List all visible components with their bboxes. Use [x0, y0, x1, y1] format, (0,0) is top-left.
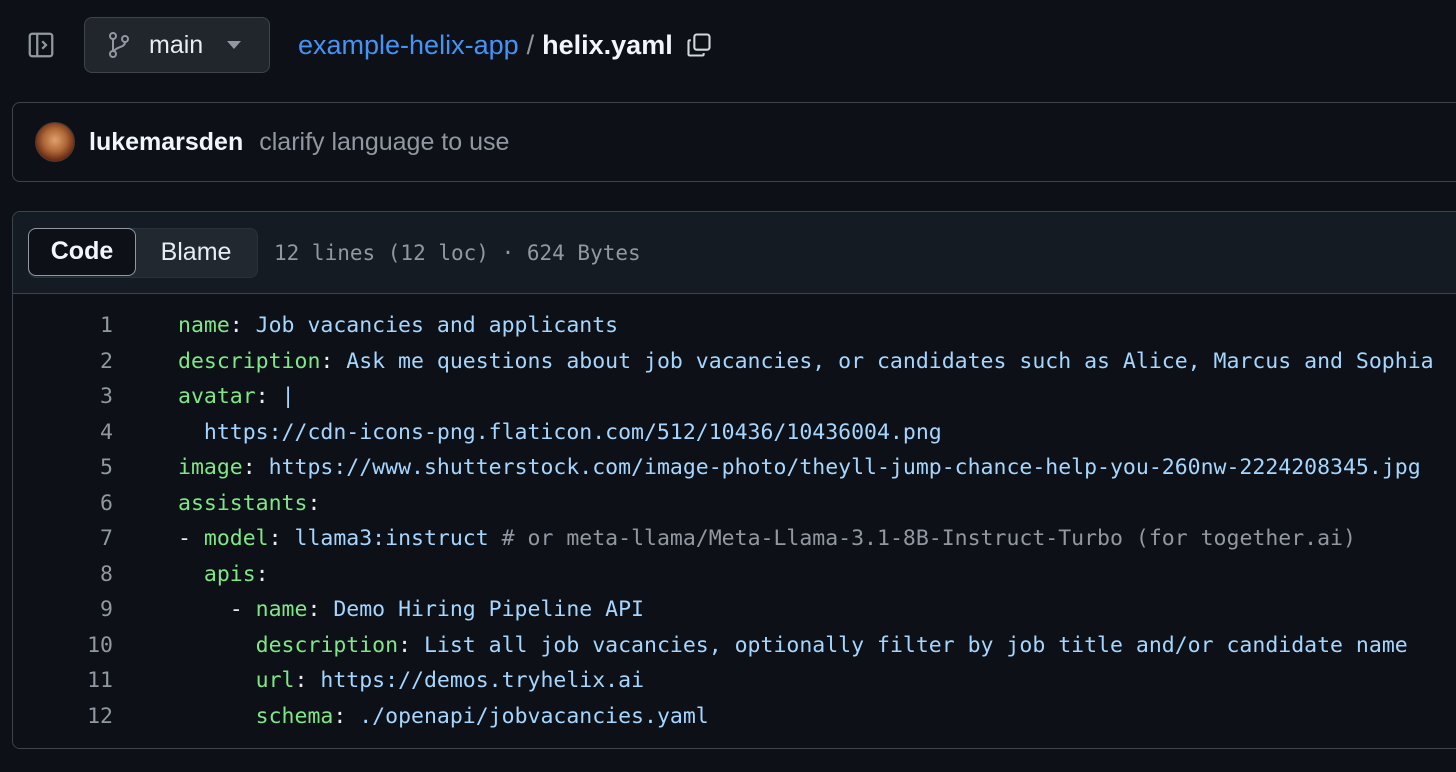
file-header-bar: main example-helix-app / helix.yaml: [0, 0, 1456, 90]
avatar[interactable]: [35, 122, 75, 162]
yaml-key: url: [255, 668, 295, 694]
triangle-down-icon: [227, 41, 243, 49]
code-line: 12 schema: ./openapi/jobvacancies.yaml: [13, 699, 1456, 735]
line-number[interactable]: 2: [13, 349, 113, 374]
view-mode-toggle: Code Blame: [28, 227, 258, 278]
code-line: 11 url: https://demos.tryhelix.ai: [13, 663, 1456, 699]
code-line: 4 https://cdn-icons-png.flaticon.com/512…: [13, 415, 1456, 451]
file-toolbar: Code Blame 12 lines (12 loc) · 624 Bytes: [13, 212, 1456, 294]
line-content: https://cdn-icons-png.flaticon.com/512/1…: [178, 420, 942, 445]
line-content: schema: ./openapi/jobvacancies.yaml: [178, 704, 709, 729]
yaml-key: name: [178, 313, 230, 339]
line-number[interactable]: 1: [13, 313, 113, 338]
yaml-value: https://demos.tryhelix.ai: [320, 668, 645, 694]
line-content: name: Job vacancies and applicants: [178, 313, 618, 338]
yaml-colon: :: [229, 313, 256, 339]
line-number[interactable]: 8: [13, 562, 113, 587]
code-line: 9 - name: Demo Hiring Pipeline API: [13, 592, 1456, 628]
yaml-value: https://www.shutterstock.com/image-photo…: [268, 455, 1421, 481]
tab-code[interactable]: Code: [28, 227, 136, 276]
yaml-value: List all job vacancies, optionally filte…: [423, 632, 1408, 658]
yaml-value: Demo Hiring Pipeline API: [333, 597, 645, 623]
line-number[interactable]: 9: [13, 597, 113, 622]
code-line: 6 assistants:: [13, 486, 1456, 522]
line-number[interactable]: 6: [13, 491, 113, 516]
line-number[interactable]: 12: [13, 704, 113, 729]
breadcrumb-file-name: helix.yaml: [542, 29, 673, 60]
line-content: assistants:: [178, 491, 320, 516]
yaml-colon: :: [255, 561, 269, 587]
yaml-key: avatar: [178, 384, 256, 410]
yaml-key: schema: [255, 703, 334, 729]
yaml-colon: :: [307, 597, 334, 623]
line-number[interactable]: 10: [13, 633, 113, 658]
yaml-colon: :: [307, 490, 321, 516]
code-line: 8 apis:: [13, 557, 1456, 593]
yaml-comment: # or meta-llama/Meta-Llama-3.1-8B-Instru…: [501, 526, 1356, 552]
yaml-colon: :: [320, 348, 347, 374]
file-stats: 12 lines (12 loc) · 624 Bytes: [274, 240, 641, 265]
code-line: 2 description: Ask me questions about job…: [13, 344, 1456, 380]
line-content: - model: llama3:instruct # or meta-llama…: [178, 526, 1356, 551]
yaml-key: description: [178, 348, 321, 374]
line-number[interactable]: 7: [13, 526, 113, 551]
line-number[interactable]: 11: [13, 668, 113, 693]
line-content: apis:: [178, 562, 269, 587]
yaml-colon: :: [398, 632, 424, 658]
code-line: 7 - model: llama3:instruct # or meta-llam…: [13, 521, 1456, 557]
file-viewer: Code Blame 12 lines (12 loc) · 624 Bytes…: [12, 211, 1456, 749]
yaml-dash: -: [178, 526, 204, 552]
code-line: 5 image: https://www.shutterstock.com/ima…: [13, 450, 1456, 486]
breadcrumb: example-helix-app / helix.yaml: [298, 26, 717, 64]
yaml-value: |: [281, 384, 295, 410]
yaml-value: ./openapi/jobvacancies.yaml: [359, 703, 709, 729]
line-content: - name: Demo Hiring Pipeline API: [178, 597, 644, 622]
yaml-key: apis: [203, 561, 256, 587]
breadcrumb-separator: /: [526, 29, 535, 60]
code-line: 10 description: List all job vacancies, …: [13, 628, 1456, 664]
branch-selector-button[interactable]: main: [84, 17, 270, 73]
yaml-colon: :: [255, 384, 282, 410]
line-number[interactable]: 5: [13, 455, 113, 480]
line-content: description: List all job vacancies, opt…: [178, 633, 1408, 658]
tab-blame[interactable]: Blame: [135, 229, 257, 277]
yaml-colon: :: [333, 703, 360, 729]
code-listing[interactable]: 1 name: Job vacancies and applicants 2 desc…: [13, 294, 1456, 748]
line-content: description: Ask me questions about job …: [178, 349, 1434, 374]
line-number[interactable]: 4: [13, 420, 113, 445]
yaml-value: llama3:instruct: [294, 526, 502, 552]
commit-author[interactable]: lukemarsden: [89, 128, 243, 157]
yaml-colon: :: [294, 668, 321, 694]
yaml-colon: :: [242, 455, 269, 481]
line-content: url: https://demos.tryhelix.ai: [178, 668, 644, 693]
code-line: 1 name: Job vacancies and applicants: [13, 308, 1456, 344]
commit-message[interactable]: clarify language to use: [259, 128, 509, 157]
yaml-dash: -: [229, 597, 256, 623]
branch-name: main: [149, 30, 204, 59]
yaml-value: https://cdn-icons-png.flaticon.com/512/1…: [203, 419, 942, 445]
git-branch-icon: [107, 30, 135, 60]
code-line: 3 avatar: |: [13, 379, 1456, 415]
line-number[interactable]: 3: [13, 384, 113, 409]
copy-icon[interactable]: [685, 29, 717, 61]
yaml-key: model: [203, 526, 269, 552]
latest-commit-bar: lukemarsden clarify language to use: [12, 102, 1456, 182]
yaml-key: name: [255, 597, 308, 623]
yaml-colon: :: [268, 526, 295, 552]
yaml-value: Ask me questions about job vacancies, or…: [346, 348, 1434, 374]
yaml-key: image: [178, 455, 243, 481]
yaml-key: description: [255, 632, 399, 658]
yaml-key: assistants: [178, 490, 308, 516]
breadcrumb-repo-link[interactable]: example-helix-app: [298, 30, 519, 61]
line-content: image: https://www.shutterstock.com/imag…: [178, 455, 1421, 480]
sidebar-expand-icon[interactable]: [24, 28, 58, 62]
line-content: avatar: |: [178, 384, 295, 409]
yaml-value: Job vacancies and applicants: [255, 313, 619, 339]
